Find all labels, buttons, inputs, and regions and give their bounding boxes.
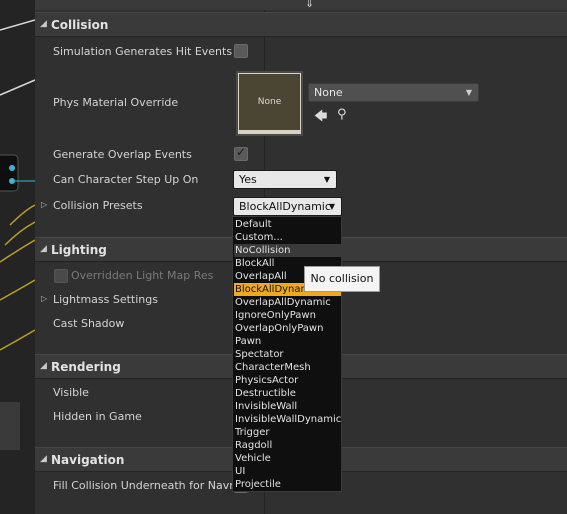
option-tooltip: No collision: [304, 266, 380, 292]
sim-hit-events-label: Simulation Generates Hit Events: [53, 45, 233, 58]
collision-presets-combo[interactable]: BlockAllDynamic ▼: [233, 197, 342, 216]
category-collision[interactable]: ◢ Collision: [35, 12, 567, 37]
dropdown-option[interactable]: Trigger: [234, 426, 341, 439]
collision-presets-value: BlockAllDynamic: [239, 200, 331, 213]
dropdown-option[interactable]: UI: [234, 465, 341, 478]
scroll-grip[interactable]: ⇓: [35, 0, 567, 10]
category-title: Navigation: [51, 453, 125, 467]
dropdown-option[interactable]: Pawn: [234, 335, 341, 348]
fill-collision-label: Fill Collision Underneath for Navme: [53, 479, 247, 492]
details-panel-window: ⇓ ◢ Collision Simulation Generates Hit E…: [0, 0, 567, 514]
dropdown-option[interactable]: IgnoreOnlyPawn: [234, 309, 341, 322]
dropdown-option[interactable]: Ragdoll: [234, 439, 341, 452]
phys-material-thumbnail[interactable]: None: [236, 71, 303, 136]
collision-presets-label: Collision Presets: [53, 199, 143, 212]
browse-search-icon[interactable]: ⚲: [337, 107, 347, 122]
dropdown-option[interactable]: OverlapAllDynamic: [234, 296, 341, 309]
dropdown-option[interactable]: PhysicsActor: [234, 374, 341, 387]
dropdown-option[interactable]: Default: [234, 218, 341, 231]
overlap-events-checkbox[interactable]: [234, 145, 248, 161]
dropdown-option[interactable]: InvisibleWallDynamic: [234, 413, 341, 426]
dropdown-option[interactable]: InvisibleWall: [234, 400, 341, 413]
category-title: Lighting: [51, 243, 107, 257]
dropdown-option[interactable]: Vehicle: [234, 452, 341, 465]
dropdown-option[interactable]: OverlapOnlyPawn: [234, 322, 341, 335]
collision-presets-dropdown[interactable]: Default Custom... NoCollision BlockAll Overl…: [232, 216, 342, 492]
expand-down-icon[interactable]: ⇓: [305, 0, 314, 10]
collapse-triangle-icon[interactable]: ◢: [40, 361, 47, 371]
phys-material-value: None: [314, 86, 343, 99]
dropdown-option[interactable]: NoCollision: [234, 244, 341, 257]
expand-triangle-icon[interactable]: ▷: [41, 200, 47, 209]
sim-hit-events-checkbox[interactable]: [234, 44, 248, 58]
hidden-in-game-label: Hidden in Game: [53, 410, 142, 423]
dropdown-option[interactable]: Destructible: [234, 387, 341, 400]
visible-label: Visible: [53, 386, 89, 399]
expand-triangle-icon[interactable]: ▷: [41, 294, 47, 303]
category-title: Rendering: [51, 360, 121, 374]
lightmass-settings-label: Lightmass Settings: [53, 293, 158, 306]
dropdown-option[interactable]: Custom...: [234, 231, 341, 244]
collapse-triangle-icon[interactable]: ◢: [40, 454, 47, 464]
dropdown-option[interactable]: Spectator: [234, 348, 341, 361]
thumbnail-none-text: None: [239, 74, 300, 130]
step-up-value: Yes: [239, 173, 257, 186]
collapse-triangle-icon[interactable]: ◢: [40, 19, 47, 29]
dropdown-option[interactable]: Projectile: [234, 478, 341, 491]
collapse-triangle-icon[interactable]: ◢: [40, 244, 47, 254]
category-title: Collision: [51, 18, 109, 32]
phys-material-label: Phys Material Override: [53, 96, 179, 109]
chevron-down-icon: ▼: [323, 175, 330, 184]
use-selected-arrow-icon[interactable]: 🡄: [314, 107, 327, 129]
viewport-graph-decoration: [0, 19, 35, 450]
overridden-lightmap-label: Overridden Light Map Res: [71, 269, 214, 282]
viewport-strip: [0, 0, 35, 514]
cast-shadow-label: Cast Shadow: [53, 317, 125, 330]
step-up-combo[interactable]: Yes ▼: [233, 170, 337, 189]
chevron-down-icon: ▼: [465, 88, 472, 97]
phys-material-combo[interactable]: None ▼: [308, 83, 479, 102]
step-up-label: Can Character Step Up On: [53, 173, 199, 186]
overridden-lightmap-checkbox[interactable]: [54, 269, 68, 283]
dropdown-option[interactable]: CharacterMesh: [234, 361, 341, 374]
overlap-events-label: Generate Overlap Events: [53, 148, 192, 161]
chevron-down-icon: ▼: [328, 202, 335, 211]
